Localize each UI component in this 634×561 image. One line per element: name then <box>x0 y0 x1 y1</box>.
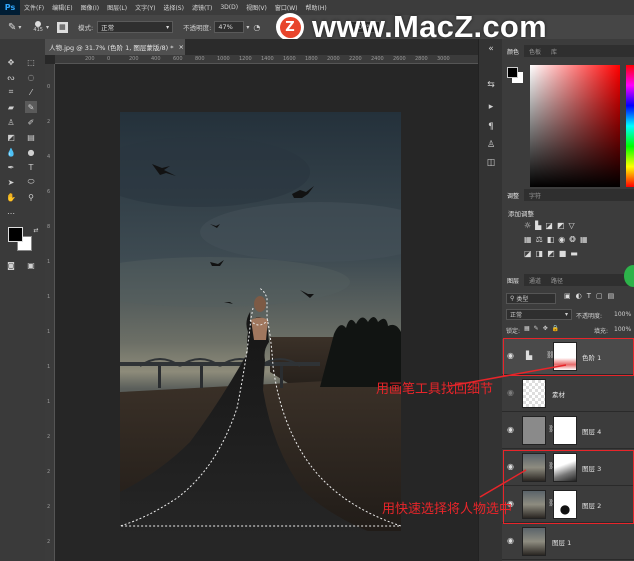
color-fg-swatch[interactable] <box>507 67 518 78</box>
annotation-arrows <box>449 364 567 498</box>
arrow-bottom <box>479 469 527 498</box>
foreground-color-swatch[interactable] <box>8 227 23 242</box>
annotation-bottom: 用快速选择将人物选中 <box>382 502 513 517</box>
annotation-top: 用画笔工具找回细节 <box>376 382 494 397</box>
